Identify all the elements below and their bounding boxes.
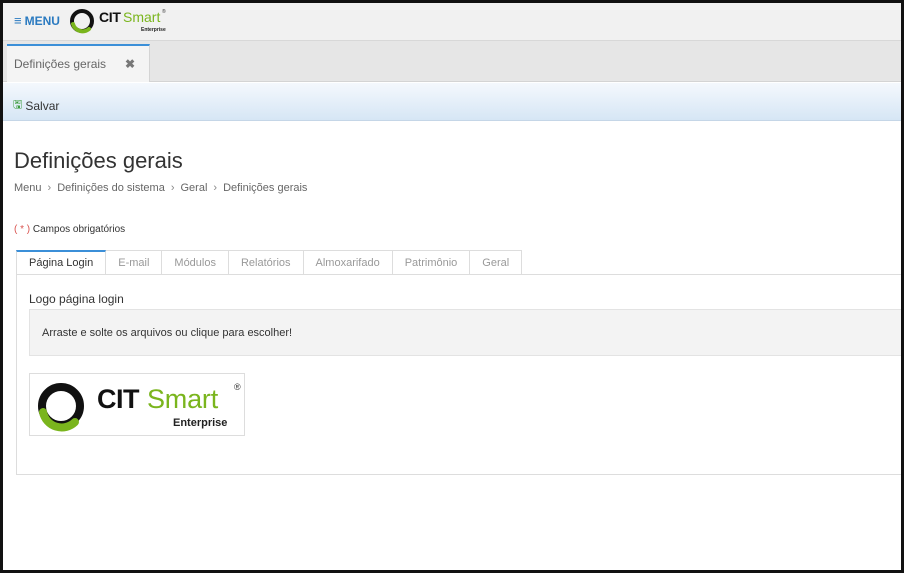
page-title: Definições gerais (14, 148, 183, 173)
breadcrumb-item-current: Definições gerais (223, 182, 308, 194)
tab-almoxarifado[interactable]: Almoxarifado (303, 250, 393, 275)
close-icon[interactable]: ✖ (125, 57, 135, 71)
file-dropzone[interactable]: Arraste e solte os arquivos ou clique pa… (29, 309, 901, 356)
breadcrumb-item-definicoes-sistema[interactable]: Definições do sistema (57, 182, 165, 194)
document-tab-strip: Definições gerais ✖ (3, 41, 901, 82)
breadcrumb-item-geral[interactable]: Geral (180, 182, 207, 194)
breadcrumb-separator: › (170, 182, 175, 194)
app-window: ≡ MENU CIT Smart Enterprise ® Definições… (0, 0, 904, 573)
logo-ring-icon (70, 9, 94, 34)
hamburger-icon: ≡ (14, 13, 22, 28)
logo-preview: CIT Smart Enterprise ® (29, 373, 245, 436)
breadcrumb-item-menu[interactable]: Menu (14, 182, 42, 194)
tab-email[interactable]: E-mail (106, 250, 163, 275)
dropzone-text: Arraste e solte os arquivos ou clique pa… (42, 327, 293, 339)
tab-modulos[interactable]: Módulos (162, 250, 229, 275)
header-logo: CIT Smart Enterprise ® (69, 7, 169, 35)
logo-field-label: Logo página login (29, 292, 124, 306)
logo-preview-smart-text: Smart (147, 384, 219, 414)
tab-geral[interactable]: Geral (470, 250, 523, 275)
breadcrumb-separator: › (47, 182, 52, 194)
document-tab-label: Definições gerais (14, 57, 107, 71)
floppy-disk-icon: 🖫 (13, 99, 23, 111)
tab-relatorios[interactable]: Relatórios (228, 250, 304, 275)
tab-panel-pagina-login: Logo página login Arraste e solte os arq… (16, 274, 901, 475)
logo-preview-cit-text: CIT (97, 384, 140, 414)
tab-patrimonio[interactable]: Patrimônio (392, 250, 471, 275)
breadcrumb: Menu › Definições do sistema › Geral › D… (14, 182, 307, 194)
logo-registered-mark: ® (162, 9, 166, 15)
menu-label: MENU (24, 14, 60, 28)
breadcrumb-separator: › (213, 182, 218, 194)
settings-tabs: Página Login E-mail Módulos Relatórios A… (16, 250, 523, 275)
toolbar: 🖫 Salvar (3, 83, 901, 121)
menu-button[interactable]: ≡ MENU (14, 14, 60, 28)
logo-preview-enterprise-text: Enterprise (173, 417, 228, 429)
logo-enterprise-text: Enterprise (141, 27, 166, 33)
save-label: Salvar (25, 98, 60, 113)
logo-preview-registered-mark: ® (234, 382, 241, 392)
required-fields-text: Campos obrigatórios (32, 224, 126, 235)
logo-smart-text: Smart (123, 9, 161, 25)
required-asterisk: ( * ) (14, 224, 31, 235)
required-fields-note: ( * ) Campos obrigatórios (14, 224, 125, 235)
document-tab-definicoes-gerais[interactable]: Definições gerais ✖ (7, 44, 150, 82)
top-header: ≡ MENU CIT Smart Enterprise ® (3, 3, 901, 41)
logo-cit-text: CIT (99, 9, 121, 25)
save-button[interactable]: 🖫 Salvar (13, 96, 59, 115)
tab-pagina-login[interactable]: Página Login (16, 250, 107, 275)
logo-ring-icon (38, 383, 84, 432)
